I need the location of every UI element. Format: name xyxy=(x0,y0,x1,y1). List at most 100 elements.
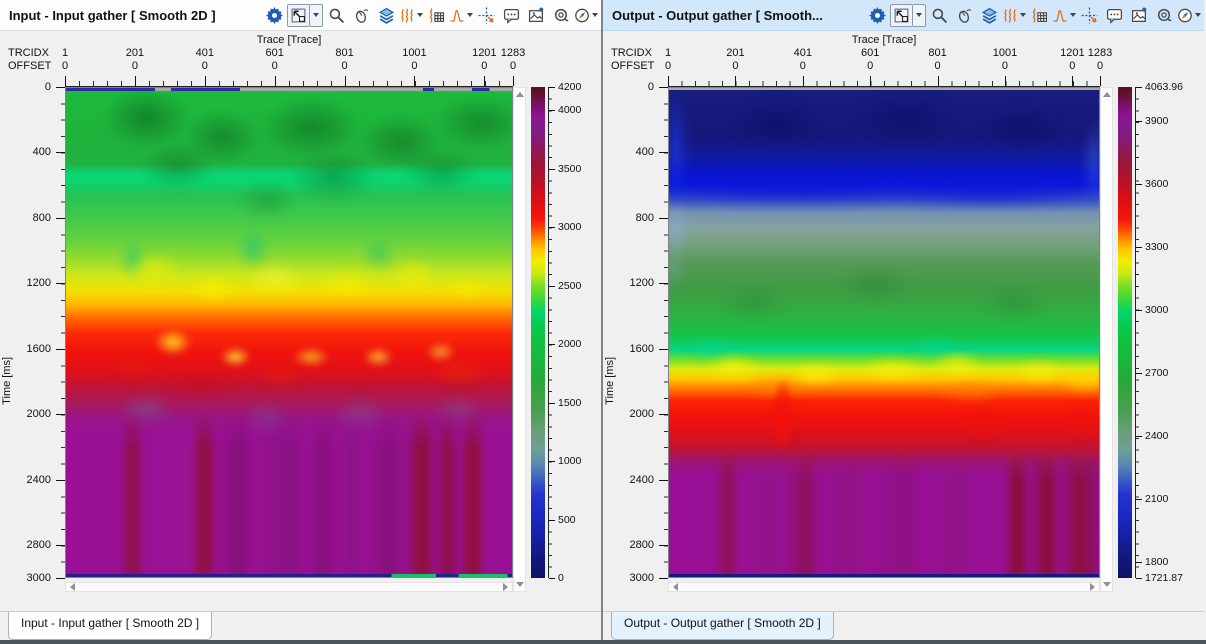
trcidx-tick-label: 601 xyxy=(861,47,879,59)
scroll-up-button[interactable] xyxy=(1101,88,1112,101)
y-major-tick xyxy=(659,578,668,579)
input-y-axis: Time [ms] 040080012001600200024002800300… xyxy=(0,87,65,578)
x-axis-ticks xyxy=(65,75,513,87)
toolbar xyxy=(262,3,598,27)
offset-tick-label: 0 xyxy=(411,60,417,72)
y-tick-label: 2800 xyxy=(27,539,51,551)
trcidx-tick-row: 1201401601801100112011283 xyxy=(65,47,513,60)
fit-view-tool[interactable] xyxy=(890,4,926,27)
panel-input: Input - Input gather [ Smooth 2D ] Trace… xyxy=(0,0,601,640)
y-major-tick xyxy=(56,218,65,219)
horizontal-scrollbar[interactable] xyxy=(65,582,513,592)
seismic-app-window: Input - Input gather [ Smooth 2D ] Trace… xyxy=(0,0,1206,644)
zoom-label-icon[interactable] xyxy=(1152,3,1176,27)
y-major-tick xyxy=(56,578,65,579)
x-major-tick xyxy=(275,76,276,86)
offset-tick-label: 0 xyxy=(132,60,138,72)
y-major-tick xyxy=(56,414,65,415)
y-tick-label: 800 xyxy=(33,212,51,224)
colorbar-tick-label: 2100 xyxy=(1145,493,1168,505)
colorbar-tick-label: 3300 xyxy=(1145,241,1168,253)
y-tick-label: 3000 xyxy=(27,572,51,584)
y-tick-label: 400 xyxy=(33,146,51,158)
offset-tick-row: 00000000 xyxy=(65,60,513,73)
output-panel-titlebar[interactable]: Output - Output gather [ Smooth... xyxy=(603,0,1204,31)
zoom-magnifier-icon[interactable] xyxy=(927,3,951,27)
scroll-right-button[interactable] xyxy=(1086,583,1099,591)
mouse-tool-icon[interactable] xyxy=(349,3,373,27)
y-tick-label: 400 xyxy=(636,146,654,158)
tab-input-gather[interactable]: Input - Input gather [ Smooth 2D ] xyxy=(8,612,212,640)
layers-icon[interactable] xyxy=(977,3,1001,27)
scroll-down-button[interactable] xyxy=(1101,578,1112,591)
horizontal-scrollbar[interactable] xyxy=(668,582,1100,592)
trcidx-tick-label: 401 xyxy=(794,47,812,59)
fit-view-icon[interactable] xyxy=(890,4,913,27)
y-tick-label: 2000 xyxy=(630,408,654,420)
offset-tick-label: 0 xyxy=(341,60,347,72)
trcidx-tick-label: 1201 xyxy=(1060,47,1084,59)
fit-view-dropdown[interactable] xyxy=(310,4,323,27)
tab-output-gather[interactable]: Output - Output gather [ Smooth 2D ] xyxy=(611,612,834,640)
pick-crosshair-icon[interactable] xyxy=(474,3,498,27)
vertical-scrollbar[interactable] xyxy=(1100,87,1113,592)
scroll-left-button[interactable] xyxy=(66,583,79,591)
wiggle-traces-icon[interactable] xyxy=(1002,3,1026,27)
zoom-label-icon[interactable] xyxy=(549,3,573,27)
export-image-icon[interactable] xyxy=(524,3,548,27)
chevron-down-icon xyxy=(467,13,473,17)
vertical-scrollbar[interactable] xyxy=(513,87,526,592)
compass-icon[interactable] xyxy=(574,3,598,27)
offset-tick-label: 0 xyxy=(1069,60,1075,72)
colorbar-tick-label: 3000 xyxy=(558,221,581,233)
y-axis-title: Time [ms] xyxy=(1,356,13,404)
comment-icon[interactable] xyxy=(499,3,523,27)
colorbar-tick-label: 1721.87 xyxy=(1145,572,1183,584)
compass-icon[interactable] xyxy=(1177,3,1201,27)
wiggle-table-icon[interactable] xyxy=(1027,3,1051,27)
mouse-tool-icon[interactable] xyxy=(952,3,976,27)
colorbar-tick-label: 0 xyxy=(558,572,564,584)
colorbar-tick-label: 4063.96 xyxy=(1145,81,1183,93)
amplitude-curve-icon[interactable] xyxy=(1052,3,1076,27)
scroll-down-button[interactable] xyxy=(514,578,525,591)
fit-view-tool[interactable] xyxy=(287,4,323,27)
scroll-right-button[interactable] xyxy=(499,583,512,591)
comment-icon[interactable] xyxy=(1102,3,1126,27)
settings-gear-icon[interactable] xyxy=(262,3,286,27)
scroll-up-button[interactable] xyxy=(514,88,525,101)
trcidx-tick-label: 1283 xyxy=(501,47,525,59)
input-panel-titlebar[interactable]: Input - Input gather [ Smooth 2D ] xyxy=(0,0,601,31)
y-major-tick xyxy=(56,283,65,284)
colorbar-major-tick xyxy=(1136,310,1142,311)
y-major-tick xyxy=(56,545,65,546)
pick-crosshair-icon[interactable] xyxy=(1077,3,1101,27)
colorbar-tick-label: 4000 xyxy=(558,104,581,116)
chevron-down-icon xyxy=(1020,13,1026,17)
chevron-down-icon xyxy=(1195,13,1201,17)
x-major-tick xyxy=(205,76,206,86)
scroll-left-button[interactable] xyxy=(669,583,682,591)
amplitude-curve-icon[interactable] xyxy=(449,3,473,27)
offset-tick-label: 0 xyxy=(62,60,68,72)
zoom-magnifier-icon[interactable] xyxy=(324,3,348,27)
offset-tick-label: 0 xyxy=(867,60,873,72)
x-major-tick xyxy=(735,76,736,86)
y-tick-label: 1200 xyxy=(630,277,654,289)
colorbar-tick-label: 500 xyxy=(558,514,576,526)
export-image-icon[interactable] xyxy=(1127,3,1151,27)
wiggle-table-icon[interactable] xyxy=(424,3,448,27)
trcidx-tick-label: 1 xyxy=(665,47,671,59)
layers-icon[interactable] xyxy=(374,3,398,27)
trcidx-tick-label: 1001 xyxy=(402,47,426,59)
wiggle-traces-icon[interactable] xyxy=(399,3,423,27)
fit-view-icon[interactable] xyxy=(287,4,310,27)
output-heatmap[interactable] xyxy=(668,87,1100,578)
fit-view-dropdown[interactable] xyxy=(913,4,926,27)
settings-gear-icon[interactable] xyxy=(865,3,889,27)
offset-tick-label: 0 xyxy=(800,60,806,72)
input-heatmap[interactable] xyxy=(65,87,513,578)
offset-tick-label: 0 xyxy=(510,60,516,72)
heatmap-top-edge xyxy=(669,88,1099,90)
offset-tick-label: 0 xyxy=(481,60,487,72)
